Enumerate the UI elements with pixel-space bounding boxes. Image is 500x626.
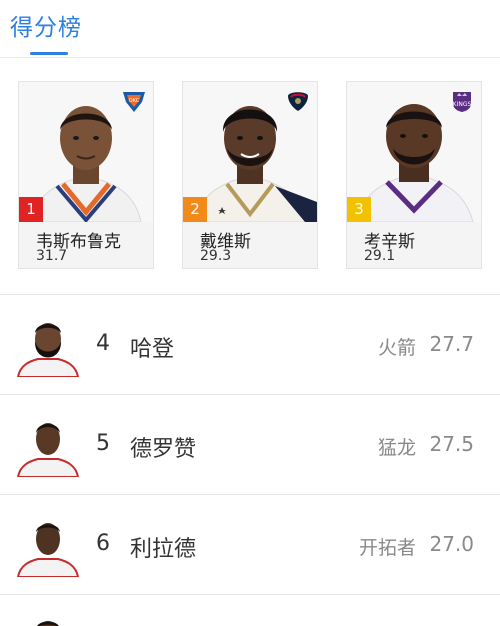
top-three-section: OKC 1 韦斯布鲁克 31.7 2 戴维斯 29.3 KINGS 3 考辛斯 … [0,59,500,293]
player-avatar [16,611,80,626]
player-name: 利拉德 [130,537,197,562]
pelicans-logo-icon [285,88,311,114]
rank-badge: 1 [19,197,43,222]
player-avatar [16,511,80,577]
player-score: 29.1 [364,248,396,264]
player-score: 31.7 [36,248,68,264]
player-score: 27.7 [429,332,474,356]
player-avatar [16,311,80,377]
list-item[interactable]: 5 德罗赞 猛龙 27.5 [0,394,500,494]
team-name: 开拓者 [358,537,416,559]
player-name: 德罗赞 [130,437,197,462]
thunder-logo-icon: OKC [121,88,147,114]
kings-logo-icon: KINGS [449,88,475,114]
tab-bar: 得分榜 [0,0,500,58]
team-name: 火箭 [377,337,416,359]
player-name: 哈登 [130,337,175,362]
team-name: 猛龙 [377,437,416,459]
rank-number: 5 [96,431,110,456]
list-item[interactable]: 4 哈登 火箭 27.7 [0,294,500,394]
rank-badge: 2 [183,197,207,222]
top-player-card-1[interactable]: OKC 1 韦斯布鲁克 31.7 [18,81,154,269]
tab-scoring-leaders[interactable]: 得分榜 [10,8,82,42]
top-player-card-2[interactable]: 2 戴维斯 29.3 [182,81,318,269]
rank-badge: 3 [347,197,371,222]
svg-text:KINGS: KINGS [453,101,472,108]
rank-number: 4 [96,331,110,356]
player-avatar [16,411,80,477]
player-score: 27.0 [429,532,474,556]
top-player-card-3[interactable]: KINGS 3 考辛斯 29.1 [346,81,482,269]
player-score: 29.3 [200,248,232,264]
leaderboard-list: 4 哈登 火箭 27.7 5 德罗赞 猛龙 27.5 6 利拉德 开拓者 27. [0,294,500,626]
list-item[interactable]: 6 利拉德 开拓者 27.0 [0,494,500,594]
svg-text:OKC: OKC [129,98,140,104]
list-item-partial[interactable] [0,594,500,626]
player-score: 27.5 [429,432,474,456]
active-tab-indicator [30,52,68,55]
rank-number: 6 [96,531,110,556]
